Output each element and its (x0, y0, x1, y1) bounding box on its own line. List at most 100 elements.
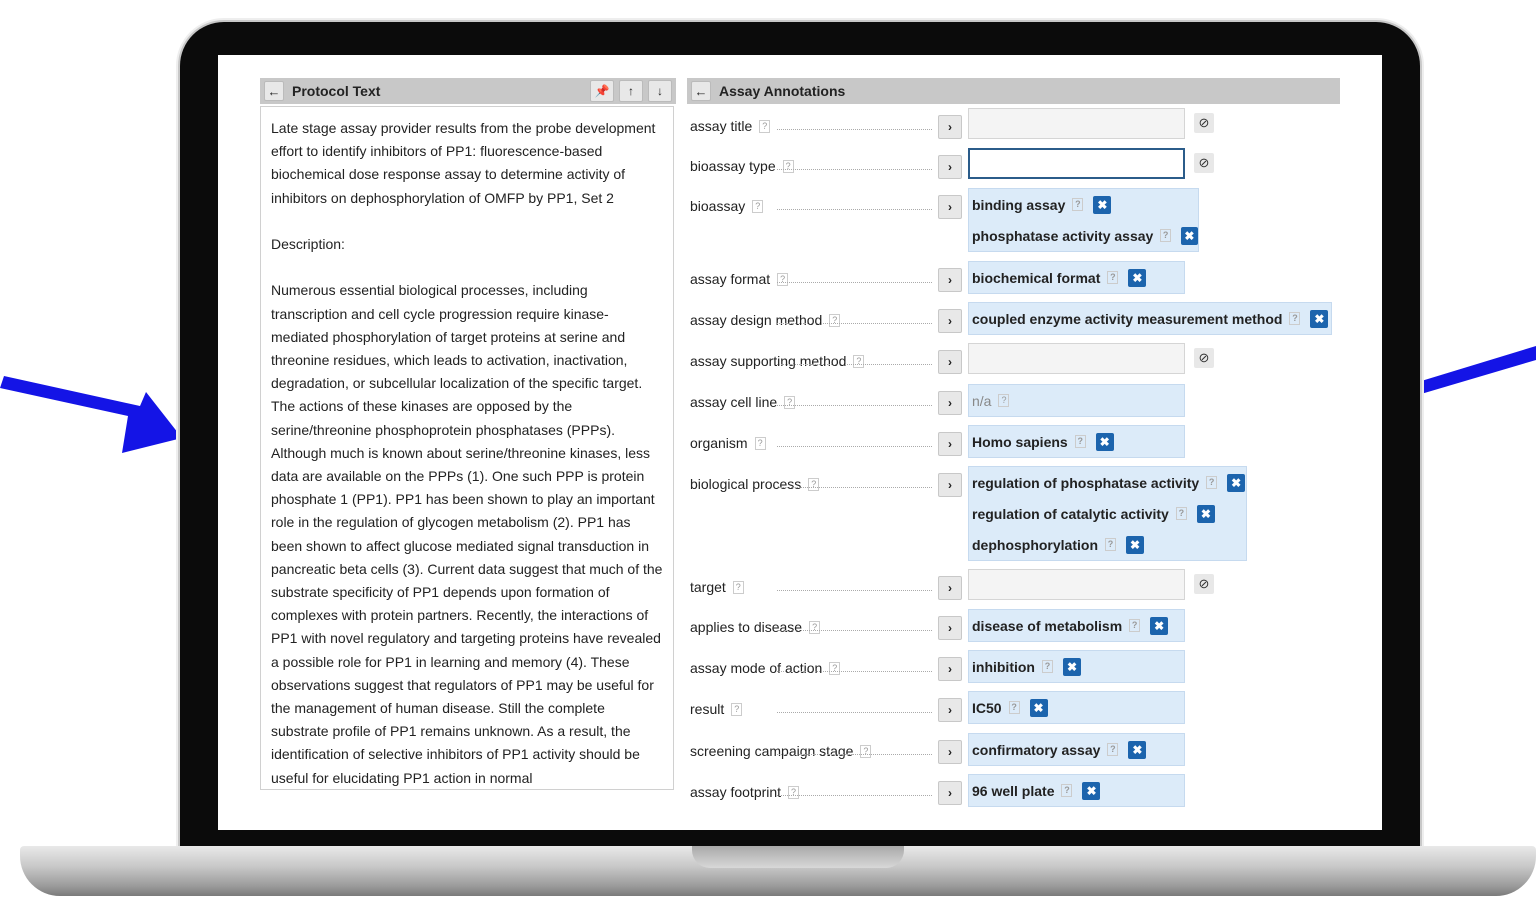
chevron-right-icon[interactable]: › (938, 740, 962, 764)
annotation-label: screening campaign stage? (690, 740, 872, 762)
annotation-value-box[interactable]: IC50? ✖ (968, 691, 1185, 724)
remove-x-icon[interactable]: ✖ (1095, 432, 1114, 451)
chevron-right-icon[interactable]: › (938, 115, 962, 139)
chevron-right-icon[interactable]: › (938, 268, 962, 292)
help-icon[interactable]: ? (1107, 743, 1119, 756)
remove-x-icon[interactable]: ✖ (1180, 226, 1198, 245)
help-icon[interactable]: ? (853, 354, 865, 368)
help-icon[interactable]: ? (809, 620, 821, 634)
annotation-value-box[interactable]: n/a? (968, 384, 1185, 417)
annotation-value-box[interactable]: coupled enzyme activity measurement meth… (968, 302, 1332, 335)
chevron-right-icon[interactable]: › (938, 781, 962, 805)
help-icon[interactable]: ? (1129, 619, 1141, 632)
help-icon[interactable]: ? (1041, 660, 1053, 673)
leader-dots (777, 795, 932, 796)
annotation-value-text: confirmatory assay (972, 741, 1101, 758)
remove-x-icon[interactable]: ✖ (1093, 195, 1112, 214)
annotation-value-text: binding assay (972, 196, 1066, 213)
help-icon[interactable]: ? (1175, 507, 1187, 520)
clear-circle-icon[interactable]: ⊘ (1194, 153, 1214, 173)
assay-annotations-panel: ← Assay Annotations assay title? › ⊘ bioass… (687, 78, 1340, 818)
chevron-right-icon[interactable]: › (938, 195, 962, 219)
remove-x-icon[interactable]: ✖ (1128, 268, 1147, 287)
help-icon[interactable]: ? (1206, 476, 1218, 489)
annotation-empty-field[interactable] (968, 343, 1185, 374)
help-icon[interactable]: ? (731, 702, 743, 716)
help-icon[interactable]: ? (782, 159, 794, 173)
chevron-right-icon[interactable]: › (938, 473, 962, 497)
chevron-right-icon[interactable]: › (938, 616, 962, 640)
help-icon[interactable]: ? (1107, 271, 1119, 284)
annotation-value-box[interactable]: biochemical format? ✖ (968, 261, 1185, 294)
chevron-right-icon[interactable]: › (938, 576, 962, 600)
chevron-right-icon[interactable]: › (938, 657, 962, 681)
annotation-value-text: disease of metabolism (972, 617, 1123, 634)
remove-x-icon[interactable]: ✖ (1126, 535, 1144, 554)
help-icon[interactable]: ? (1072, 198, 1084, 211)
annotation-label: organism? (690, 432, 766, 454)
chevron-right-icon[interactable]: › (938, 391, 962, 415)
arrow-left-icon[interactable]: ← (691, 81, 711, 101)
remove-x-icon[interactable]: ✖ (1150, 616, 1169, 635)
chevron-right-icon[interactable]: › (938, 432, 962, 456)
help-icon[interactable]: ? (777, 272, 789, 286)
help-icon[interactable]: ? (808, 477, 820, 491)
annotation-value-text: regulation of phosphatase activity (972, 474, 1200, 491)
remove-x-icon[interactable]: ✖ (1029, 698, 1048, 717)
help-icon[interactable]: ? (998, 394, 1010, 407)
help-icon[interactable]: ? (1008, 701, 1020, 714)
help-icon[interactable]: ? (759, 119, 771, 133)
annotation-empty-field[interactable] (968, 569, 1185, 600)
help-icon[interactable]: ? (1289, 312, 1301, 325)
annotation-value-box[interactable]: disease of metabolism? ✖ (968, 609, 1185, 642)
clear-circle-icon[interactable]: ⊘ (1194, 113, 1214, 133)
annotation-label-text: bioassay (690, 198, 746, 214)
annotation-label: bioassay? (690, 195, 764, 217)
annotation-value: disease of metabolism? ✖ (969, 610, 1184, 641)
annotation-label-text: assay supporting method (690, 353, 847, 369)
pin-icon[interactable]: 📌 (590, 80, 614, 102)
remove-x-icon[interactable]: ✖ (1196, 504, 1215, 523)
help-icon[interactable]: ? (784, 395, 796, 409)
help-icon[interactable]: ? (732, 580, 744, 594)
remove-x-icon[interactable]: ✖ (1227, 473, 1246, 492)
remove-x-icon[interactable]: ✖ (1082, 781, 1101, 800)
leader-dots (777, 671, 932, 672)
arrow-up-icon[interactable]: ↑ (619, 80, 643, 102)
arrow-down-icon[interactable]: ↓ (648, 80, 672, 102)
help-icon[interactable]: ? (1074, 435, 1086, 448)
arrow-left-icon[interactable]: ← (264, 81, 284, 101)
annotation-value: coupled enzyme activity measurement meth… (969, 303, 1331, 334)
annotation-empty-field[interactable] (968, 148, 1185, 179)
annotation-value-box[interactable]: confirmatory assay? ✖ (968, 733, 1185, 766)
remove-x-icon[interactable]: ✖ (1128, 740, 1147, 759)
help-icon[interactable]: ? (1105, 538, 1116, 551)
help-icon[interactable]: ? (752, 199, 764, 213)
help-icon[interactable]: ? (754, 436, 766, 450)
help-icon[interactable]: ? (788, 785, 800, 799)
help-icon[interactable]: ? (860, 744, 872, 758)
annotation-value-box[interactable]: inhibition? ✖ (968, 650, 1185, 683)
protocol-textarea[interactable]: Late stage assay provider results from t… (260, 106, 674, 790)
clear-circle-icon[interactable]: ⊘ (1194, 574, 1214, 594)
help-icon[interactable]: ? (829, 661, 841, 675)
help-icon[interactable]: ? (1160, 229, 1171, 242)
chevron-right-icon[interactable]: › (938, 350, 962, 374)
laptop-notch (692, 846, 904, 868)
chevron-right-icon[interactable]: › (938, 309, 962, 333)
help-icon[interactable]: ? (829, 313, 841, 327)
annotation-value-text: regulation of catalytic activity (972, 505, 1169, 522)
annotation-value: IC50? ✖ (969, 692, 1184, 723)
annotation-value-box[interactable]: Homo sapiens? ✖ (968, 425, 1185, 458)
annotation-value-box[interactable]: regulation of phosphatase activity? ✖ regu… (968, 466, 1247, 561)
annotation-empty-field[interactable] (968, 108, 1185, 139)
help-icon[interactable]: ? (1061, 784, 1073, 797)
clear-circle-icon[interactable]: ⊘ (1194, 348, 1214, 368)
annotation-value-box[interactable]: 96 well plate? ✖ (968, 774, 1185, 807)
chevron-right-icon[interactable]: › (938, 155, 962, 179)
remove-x-icon[interactable]: ✖ (1310, 309, 1329, 328)
remove-x-icon[interactable]: ✖ (1062, 657, 1081, 676)
annotation-value-box[interactable]: binding assay? ✖ phosphatase activity assa… (968, 188, 1199, 252)
chevron-right-icon[interactable]: › (938, 698, 962, 722)
annotation-value-text: n/a (972, 392, 992, 409)
